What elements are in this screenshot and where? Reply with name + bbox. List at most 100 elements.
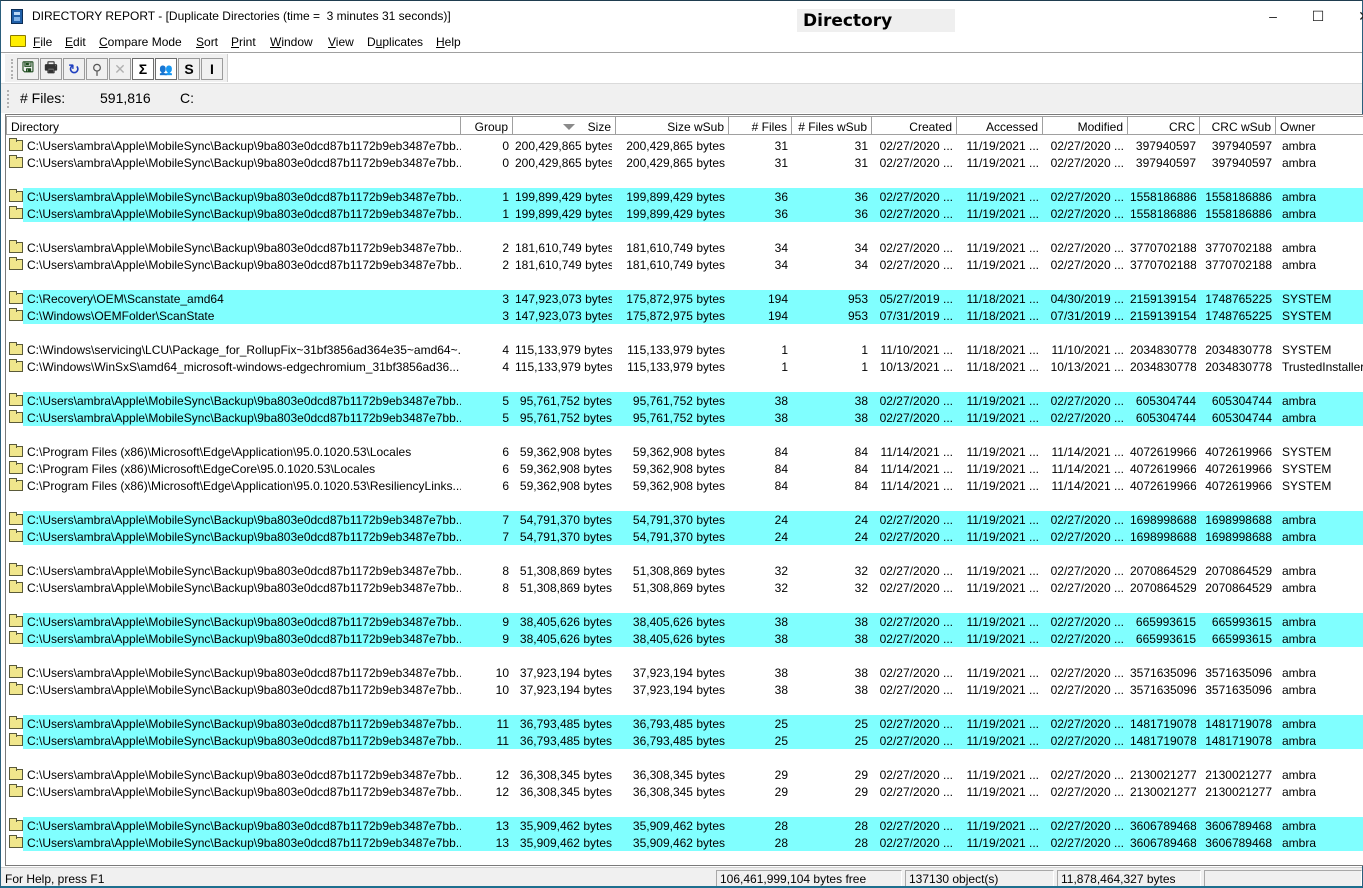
table-row[interactable]: C:\Users\ambra\Apple\MobileSync\Backup\9…: [6, 817, 1363, 834]
table-row[interactable]: C:\Program Files (x86)\Microsoft\Edge\Ap…: [6, 443, 1363, 460]
table-row[interactable]: C:\Windows\servicing\LCU\Package_for_Rol…: [6, 341, 1363, 358]
cell-directory: C:\Users\ambra\Apple\MobileSync\Backup\9…: [27, 207, 461, 221]
table-row[interactable]: C:\Users\ambra\Apple\MobileSync\Backup\9…: [6, 732, 1363, 749]
sum-button[interactable]: Σ: [132, 58, 154, 80]
delete-button[interactable]: ✕: [109, 58, 131, 80]
table-row[interactable]: C:\Program Files (x86)\Microsoft\Edge\Ap…: [6, 477, 1363, 494]
print-button[interactable]: 🖶: [40, 58, 62, 80]
cell-modified: 02/27/2020 ...: [1050, 258, 1124, 272]
table-row[interactable]: C:\Users\ambra\Apple\MobileSync\Backup\9…: [6, 715, 1363, 732]
table-row[interactable]: C:\Users\ambra\Apple\MobileSync\Backup\9…: [6, 579, 1363, 596]
table-row[interactable]: C:\Users\ambra\Apple\MobileSync\Backup\9…: [6, 392, 1363, 409]
menu-duplicates[interactable]: Duplicates: [367, 35, 423, 49]
menu-compare-mode[interactable]: Compare Mode: [99, 35, 182, 49]
table-row[interactable]: C:\Users\ambra\Apple\MobileSync\Backup\9…: [6, 613, 1363, 630]
cell-group: 11: [496, 717, 509, 731]
users-button[interactable]: 👥: [155, 58, 177, 80]
table-row[interactable]: C:\Users\ambra\Apple\MobileSync\Backup\9…: [6, 834, 1363, 851]
table-row[interactable]: C:\Users\ambra\Apple\MobileSync\Backup\9…: [6, 562, 1363, 579]
cell-num-files: 38: [774, 394, 788, 408]
cell-group: 3: [502, 309, 509, 323]
cell-accessed: 11/18/2021 ...: [966, 343, 1039, 357]
infobar-grip[interactable]: [7, 90, 9, 108]
application-window: DIRECTORY REPORT - [Duplicate Directorie…: [0, 0, 1363, 888]
save-button[interactable]: 🖫: [17, 58, 39, 80]
table-row[interactable]: C:\Users\ambra\Apple\MobileSync\Backup\9…: [6, 783, 1363, 800]
menu-sort[interactable]: Sort: [196, 35, 218, 49]
menu-view[interactable]: View: [328, 35, 354, 49]
table-row[interactable]: C:\Users\ambra\Apple\MobileSync\Backup\9…: [6, 681, 1363, 698]
cell-created: 02/27/2020 ...: [879, 139, 953, 153]
toolbar-grip[interactable]: [11, 59, 13, 79]
column-header-group[interactable]: Group: [461, 116, 513, 135]
cell-group: 10: [495, 683, 509, 697]
column-header-created[interactable]: Created: [872, 116, 957, 135]
cell-group: 9: [502, 615, 509, 629]
cell-directory: C:\Users\ambra\Apple\MobileSync\Backup\9…: [27, 581, 461, 595]
menu-print[interactable]: Print: [231, 35, 256, 49]
menu-window[interactable]: Window: [270, 35, 313, 49]
text-button[interactable]: I: [201, 58, 223, 80]
menu-help[interactable]: Help: [436, 35, 461, 49]
cell-created: 02/27/2020 ...: [879, 394, 953, 408]
column-header-size-wsub[interactable]: Size wSub: [616, 116, 729, 135]
table-row[interactable]: C:\Users\ambra\Apple\MobileSync\Backup\9…: [6, 409, 1363, 426]
table-row[interactable]: C:\Users\ambra\Apple\MobileSync\Backup\9…: [6, 188, 1363, 205]
table-row[interactable]: C:\Users\ambra\Apple\MobileSync\Backup\9…: [6, 239, 1363, 256]
table-row[interactable]: C:\Recovery\OEM\Scanstate_amd64 3 147,923,…: [6, 290, 1363, 307]
cell-created: 02/27/2020 ...: [879, 564, 953, 578]
column-header-owner[interactable]: Owner: [1276, 116, 1363, 135]
table-row[interactable]: C:\Users\ambra\Apple\MobileSync\Backup\9…: [6, 205, 1363, 222]
title-bar[interactable]: DIRECTORY REPORT - [Duplicate Directorie…: [1, 1, 1363, 51]
cell-num-files-wsub: 29: [854, 785, 868, 799]
cell-size: 51,308,869 bytes: [519, 581, 612, 595]
help-hint: For Help, press F1: [5, 872, 105, 886]
refresh-button[interactable]: ↻: [63, 58, 85, 80]
cell-size: 38,405,626 bytes: [519, 615, 612, 629]
column-header-num-files[interactable]: # Files: [729, 116, 792, 135]
cell-directory: C:\Users\ambra\Apple\MobileSync\Backup\9…: [27, 139, 461, 153]
table-row[interactable]: C:\Users\ambra\Apple\MobileSync\Backup\9…: [6, 664, 1363, 681]
folder-icon: [9, 478, 23, 491]
menu-file[interactable]: File: [33, 35, 52, 49]
table-row[interactable]: C:\Windows\OEMFolder\ScanState 3 147,923,0…: [6, 307, 1363, 324]
cell-crc: 665993615: [1135, 615, 1196, 629]
cell-num-files-wsub: 34: [854, 258, 868, 272]
cell-accessed: 11/19/2021 ...: [966, 615, 1039, 629]
column-header-label: Directory: [11, 120, 60, 134]
table-row[interactable]: C:\Users\ambra\Apple\MobileSync\Backup\9…: [6, 528, 1363, 545]
table-row[interactable]: C:\Users\ambra\Apple\MobileSync\Backup\9…: [6, 137, 1363, 154]
folder-icon[interactable]: [10, 35, 26, 47]
table-row[interactable]: C:\Users\ambra\Apple\MobileSync\Backup\9…: [6, 154, 1363, 171]
cell-crc-wsub: 1748765225: [1205, 309, 1272, 323]
cell-size-wsub: 115,133,979 bytes: [627, 343, 725, 357]
column-header-modified[interactable]: Modified: [1043, 116, 1128, 135]
table-row[interactable]: C:\Users\ambra\Apple\MobileSync\Backup\9…: [6, 511, 1363, 528]
table-row[interactable]: C:\Users\ambra\Apple\MobileSync\Backup\9…: [6, 630, 1363, 647]
table-row[interactable]: C:\Windows\WinSxS\amd64_microsoft-window…: [6, 358, 1363, 375]
cell-crc-wsub: 3770702188: [1205, 241, 1272, 255]
column-header-num-files-wsub[interactable]: # Files wSub: [792, 116, 872, 135]
column-header-size[interactable]: Size: [513, 116, 616, 135]
column-header-crc[interactable]: CRC: [1128, 116, 1200, 135]
cell-modified: 02/27/2020 ...: [1050, 207, 1124, 221]
maximize-button[interactable]: ☐: [1295, 5, 1341, 27]
x-icon: ✕: [114, 60, 126, 77]
cell-num-files: 31: [774, 156, 788, 170]
table-row[interactable]: C:\Users\ambra\Apple\MobileSync\Backup\9…: [6, 766, 1363, 783]
folder-icon: [9, 138, 23, 151]
close-button[interactable]: ✕: [1341, 5, 1363, 27]
column-header-accessed[interactable]: Accessed: [957, 116, 1043, 135]
table-row[interactable]: C:\Program Files (x86)\Microsoft\EdgeCor…: [6, 460, 1363, 477]
cell-num-files: 194: [767, 309, 788, 323]
column-header-crc-wsub[interactable]: CRC wSub: [1200, 116, 1276, 135]
free-space-pane: 106,461,999,104 bytes free: [716, 870, 902, 887]
minimize-button[interactable]: –: [1250, 5, 1296, 27]
cell-crc: 397940597: [1135, 156, 1196, 170]
cell-size: 37,923,194 bytes: [519, 683, 612, 697]
column-header-directory[interactable]: Directory: [6, 116, 461, 135]
find-button[interactable]: ⚲: [86, 58, 108, 80]
table-row[interactable]: C:\Users\ambra\Apple\MobileSync\Backup\9…: [6, 256, 1363, 273]
size-button[interactable]: S: [178, 58, 200, 80]
menu-edit[interactable]: Edit: [65, 35, 86, 49]
